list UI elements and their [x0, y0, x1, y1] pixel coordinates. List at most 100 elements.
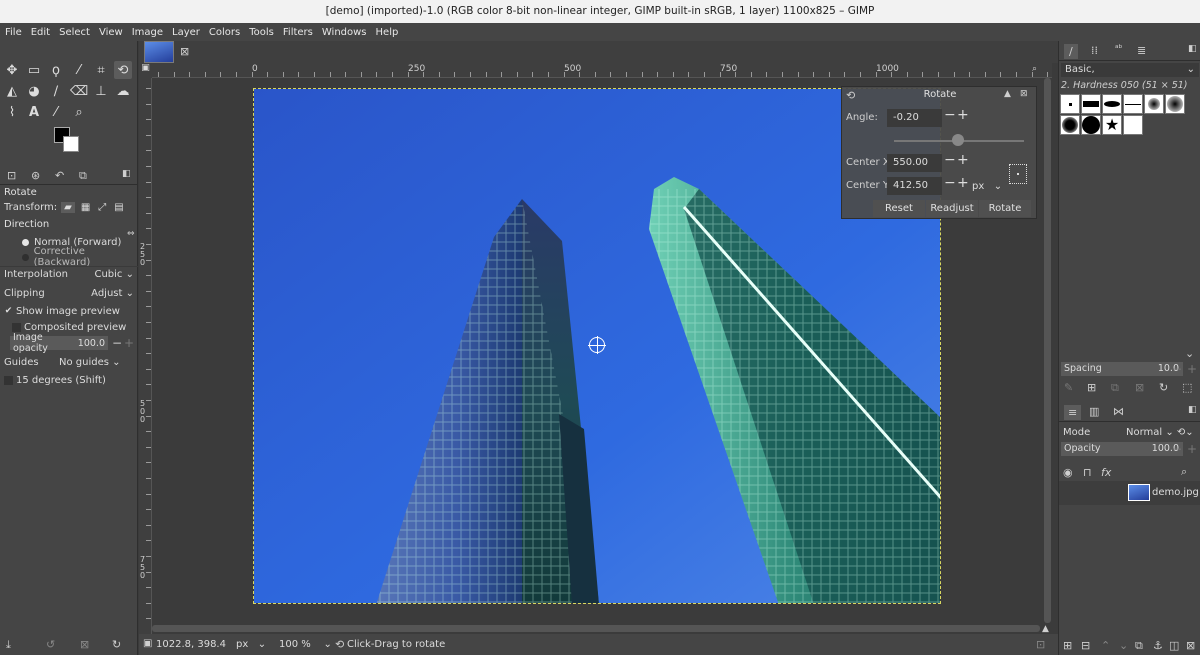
brush-ellipse[interactable] — [1102, 94, 1122, 114]
fx-icon[interactable]: fx — [1101, 466, 1111, 479]
delete-layer-icon[interactable]: ⊠ — [1186, 639, 1195, 652]
brush-star-icon[interactable]: ★ — [1102, 115, 1122, 135]
background-color-swatch[interactable] — [63, 136, 79, 152]
layer-row[interactable]: demo.jpg — [1059, 481, 1200, 505]
smudge-tool-icon[interactable]: ☁ — [114, 82, 132, 100]
transform-layer-icon[interactable]: ▰ — [61, 201, 75, 213]
duplicate-brush-icon[interactable]: ⧉ — [1111, 381, 1119, 395]
free-select-icon[interactable]: ϙ — [47, 61, 65, 79]
brush-soft-large[interactable] — [1165, 94, 1185, 114]
lower-layer-icon[interactable]: ⌄ — [1119, 639, 1128, 652]
color-picker-icon[interactable]: ⁄ — [47, 103, 65, 121]
horizontal-scrollbar[interactable] — [152, 625, 1040, 632]
save-options-icon[interactable]: ⤓ — [6, 638, 11, 652]
reset-button[interactable]: Reset — [873, 200, 925, 217]
menu-layer[interactable]: Layer — [172, 27, 200, 38]
menu-tools[interactable]: Tools — [249, 27, 274, 38]
angle-increase-icon[interactable]: + — [957, 107, 969, 123]
layers-tab-icon[interactable]: ≡ — [1064, 405, 1082, 420]
brush-preset-input[interactable]: Basic, ⌄ — [1061, 63, 1199, 77]
center-y-increase-icon[interactable]: + — [957, 175, 969, 191]
unit-select[interactable]: px ⌄ — [972, 181, 1002, 192]
angle-decrease-icon[interactable]: − — [944, 107, 956, 123]
brush-line[interactable] — [1123, 94, 1143, 114]
zoom-tool-icon[interactable]: ⌕ — [70, 103, 88, 121]
close-tab-icon[interactable]: ⊠ — [180, 45, 189, 58]
crop-tool-icon[interactable]: ⌗ — [92, 61, 110, 79]
zoom-ruler-icon[interactable]: ⌕ — [1032, 64, 1037, 74]
clone-tool-icon[interactable]: ⊥ — [92, 82, 110, 100]
raise-layer-icon[interactable]: ⌃ — [1101, 639, 1110, 652]
device-status-tab-icon[interactable]: ⊛ — [31, 169, 40, 182]
image-tab-thumbnail[interactable] — [144, 41, 174, 63]
text-tool-icon[interactable]: A — [25, 103, 43, 121]
dock-menu-icon[interactable]: ◧ — [1188, 405, 1197, 415]
edit-brush-icon[interactable]: ✎ — [1064, 381, 1073, 394]
brush-empty[interactable] — [1123, 115, 1143, 135]
transform-image-icon[interactable]: ▤ — [114, 202, 123, 213]
menu-image[interactable]: Image — [132, 27, 163, 38]
center-x-decrease-icon[interactable]: − — [944, 152, 956, 168]
menu-colors[interactable]: Colors — [209, 27, 240, 38]
navigate-icon[interactable]: ▲ — [1042, 624, 1049, 634]
menu-filters[interactable]: Filters — [283, 27, 313, 38]
delete-brush-icon[interactable]: ⊠ — [1135, 381, 1144, 394]
direction-corrective-radio[interactable]: Corrective (Backward) — [0, 246, 138, 268]
brush-block[interactable] — [1081, 94, 1101, 114]
center-y-input[interactable]: 412.50 — [887, 177, 942, 195]
dock-dialog-icon[interactable]: ▲ — [1004, 89, 1011, 99]
transform-path-icon[interactable]: ⤢ — [98, 202, 106, 213]
refresh-brushes-icon[interactable]: ↻ — [1159, 381, 1168, 394]
new-layer-icon[interactable]: ⊞ — [1063, 639, 1072, 652]
menu-windows[interactable]: Windows — [322, 27, 367, 38]
vertical-scrollbar[interactable] — [1044, 78, 1051, 623]
readjust-button[interactable]: Readjust — [926, 200, 978, 217]
move-tool-icon[interactable]: ✥ — [3, 61, 21, 79]
search-icon[interactable]: ⌕ — [1181, 465, 1187, 479]
rotate-button[interactable]: Rotate — [979, 200, 1031, 217]
channels-tab-icon[interactable]: ▥ — [1089, 405, 1099, 418]
brush-pixel[interactable] — [1060, 94, 1080, 114]
menu-select[interactable]: Select — [59, 27, 90, 38]
brush-soft-small[interactable] — [1144, 94, 1164, 114]
show-preview-checkbox[interactable]: ✔ Show image preview — [0, 303, 138, 319]
anchor-layer-icon[interactable]: ⚓ — [1153, 639, 1163, 652]
menu-edit[interactable]: Edit — [31, 27, 50, 38]
plus-icon[interactable]: + — [1187, 442, 1197, 456]
restore-options-icon[interactable]: ↺ — [46, 638, 55, 651]
reset-options-icon[interactable]: ↻ — [112, 638, 121, 651]
ruler-corner-icon[interactable]: ▣ — [139, 63, 152, 78]
brushes-tab-icon[interactable]: ∕ — [1064, 44, 1078, 59]
center-chain-icon[interactable] — [1009, 164, 1027, 184]
layer-opacity-slider[interactable]: Opacity 100.0 — [1061, 442, 1183, 456]
brush-hard-round[interactable] — [1081, 115, 1101, 135]
status-unit-select[interactable]: px ⌄ — [236, 639, 266, 650]
transform-tool-icon[interactable]: ⟲ — [114, 61, 132, 79]
clipping-select[interactable]: Clipping Adjust ⌄ — [0, 285, 138, 301]
constrain-checkbox[interactable]: 15 degrees (Shift) — [0, 372, 138, 388]
new-group-icon[interactable]: ⊟ — [1081, 639, 1090, 652]
rect-select-icon[interactable]: ▭ — [25, 61, 43, 79]
guides-select[interactable]: Guides No guides ⌄ — [0, 354, 138, 370]
warp-tool-icon[interactable]: ◭ — [3, 82, 21, 100]
paths-tab-icon[interactable]: ⋈ — [1113, 405, 1124, 418]
angle-input[interactable]: -0.20 — [887, 109, 942, 127]
patterns-tab-icon[interactable]: ⁞⁞ — [1091, 44, 1098, 57]
bucket-fill-icon[interactable]: ◕ — [25, 82, 43, 100]
angle-slider-handle[interactable] — [952, 134, 964, 146]
dock-menu-icon[interactable]: ◧ — [122, 169, 131, 179]
minus-icon[interactable]: − — [1172, 442, 1182, 456]
paintbrush-icon[interactable]: ∕ — [47, 82, 65, 100]
gradients-tab-icon[interactable]: ≣ — [1137, 44, 1146, 57]
spacing-slider[interactable]: Spacing 10.0 — [1061, 362, 1183, 376]
fuzzy-select-icon[interactable]: ⁄ — [70, 61, 88, 79]
center-y-decrease-icon[interactable]: − — [944, 175, 956, 191]
new-brush-icon[interactable]: ⊞ — [1087, 381, 1096, 394]
open-brush-icon[interactable]: ⬚ — [1182, 381, 1192, 394]
image-opacity-slider[interactable]: Image opacity 100.0 — [10, 332, 108, 354]
lock-icon[interactable]: ⊓ — [1083, 466, 1092, 479]
paths-tool-icon[interactable]: ⌇ — [3, 103, 21, 121]
interpolation-select[interactable]: Interpolation Cubic ⌄ — [0, 266, 138, 282]
quick-mask-icon[interactable]: ▣ — [143, 638, 152, 649]
layer-mask-icon[interactable]: ◫ — [1169, 639, 1179, 652]
